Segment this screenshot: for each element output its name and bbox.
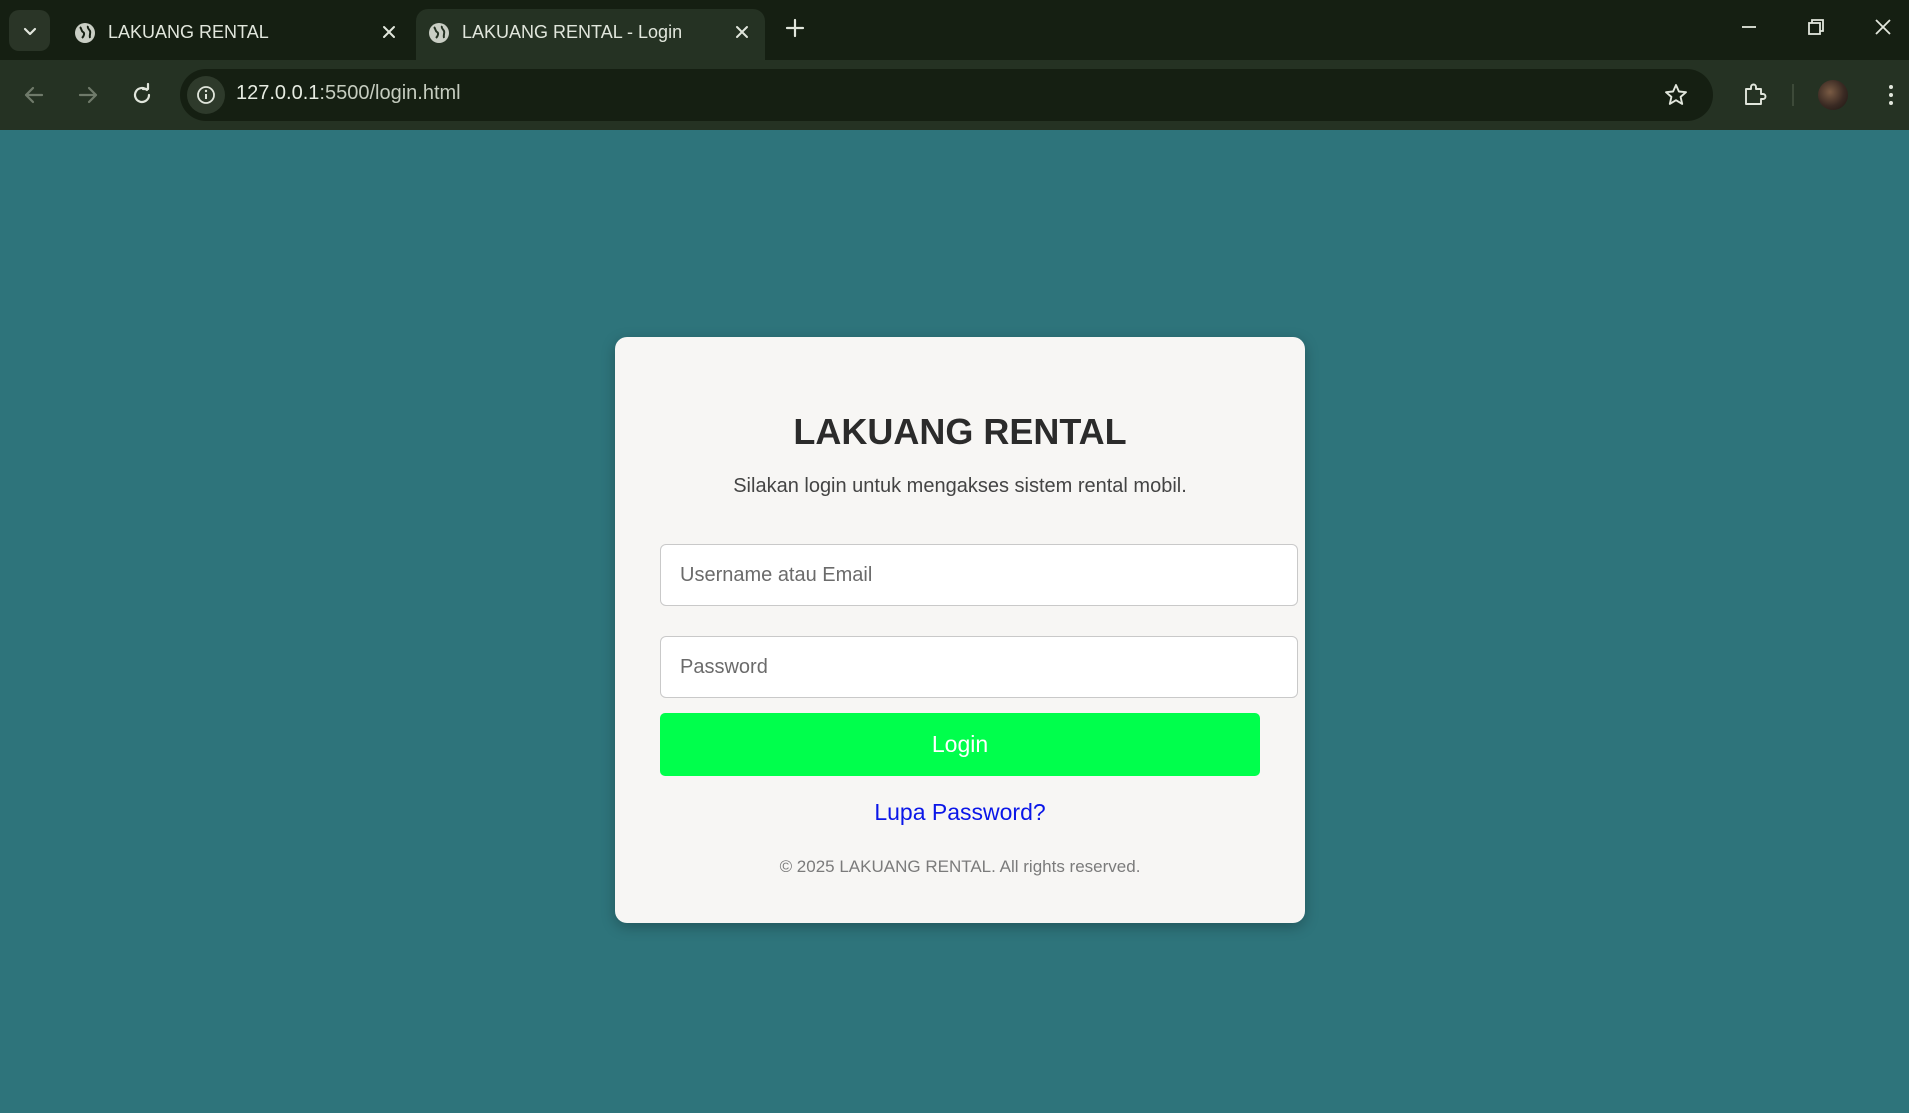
tab-lakuang-rental[interactable]: LAKUANG RENTAL [62, 9, 412, 60]
back-arrow-icon[interactable] [20, 81, 48, 109]
chevron-down-icon [23, 27, 36, 35]
close-icon[interactable] [378, 21, 400, 43]
tab-title: LAKUANG RENTAL - Login [462, 22, 683, 42]
new-tab-plus-icon[interactable] [782, 15, 808, 41]
globe-icon [429, 23, 449, 43]
close-icon[interactable] [731, 21, 753, 43]
url-path: :5500/login.html [319, 82, 461, 104]
profile-avatar[interactable] [1818, 80, 1848, 110]
globe-icon [75, 23, 95, 43]
info-icon [197, 86, 215, 104]
forgot-password-link[interactable]: Lupa Password? [615, 799, 1305, 826]
password-input[interactable] [660, 636, 1298, 698]
url-host: 127.0.0.1 [236, 82, 320, 104]
reload-icon[interactable] [128, 81, 156, 109]
more-vertical-icon[interactable] [1878, 82, 1904, 108]
browser-toolbar: 127.0.0.1:5500/login.html [0, 60, 1909, 130]
login-title: LAKUANG RENTAL [793, 411, 1127, 452]
forward-arrow-icon[interactable] [74, 81, 102, 109]
extensions-puzzle-icon[interactable] [1740, 80, 1768, 108]
login-subtitle: Silakan login untuk mengakses sistem ren… [733, 475, 1187, 497]
window-close-icon[interactable] [1871, 15, 1895, 39]
minimize-icon[interactable] [1737, 15, 1761, 39]
address-bar[interactable]: 127.0.0.1:5500/login.html [180, 69, 1713, 121]
restore-icon[interactable] [1804, 15, 1828, 39]
bookmark-star-icon[interactable] [1663, 82, 1689, 108]
tab-title: LAKUANG RENTAL [108, 22, 269, 42]
site-info-button[interactable] [187, 76, 225, 114]
copyright-footer: © 2025 LAKUANG RENTAL. All rights reserv… [779, 857, 1141, 876]
tab-search-button[interactable] [9, 10, 50, 51]
toolbar-separator [1792, 84, 1794, 106]
tab-bar: LAKUANG RENTAL LAKUANG RENTAL - Login [0, 0, 1909, 60]
login-button[interactable]: Login [660, 713, 1260, 776]
username-input[interactable] [660, 544, 1298, 606]
login-card: LAKUANG RENTAL Silakan login untuk menga… [615, 337, 1305, 923]
url-text[interactable]: 127.0.0.1:5500/login.html [236, 82, 461, 105]
tab-lakuang-rental-login[interactable]: LAKUANG RENTAL - Login [416, 9, 765, 60]
